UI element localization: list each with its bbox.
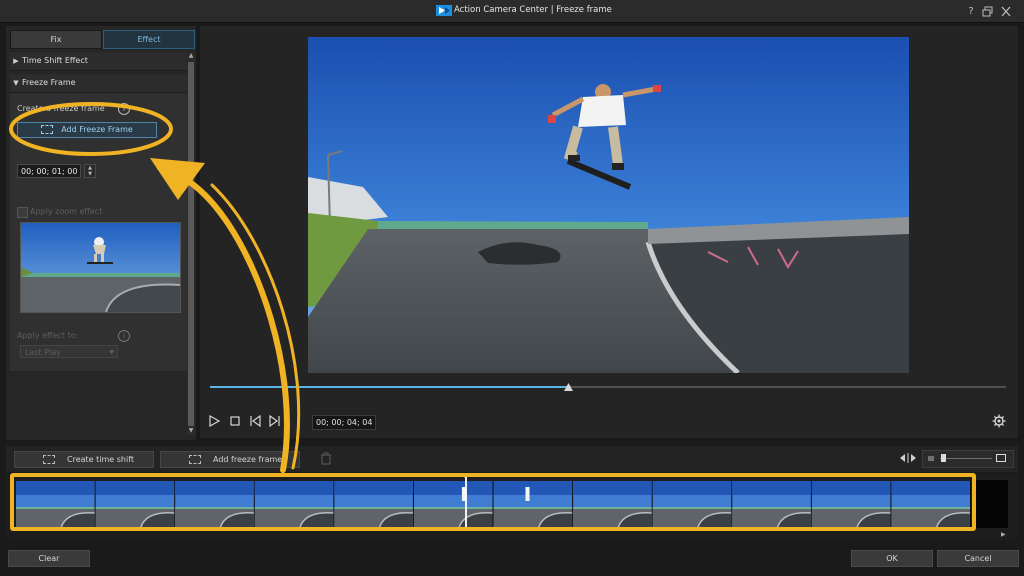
skatepark-frame — [308, 37, 909, 373]
timeline-empty-area — [976, 480, 1008, 528]
apply-info-icon[interactable]: i — [118, 330, 130, 342]
app-logo-icon — [436, 5, 452, 16]
stop-icon[interactable] — [228, 414, 242, 428]
timecode-display: 00; 00; 04; 04 — [312, 415, 377, 430]
duration-stepper[interactable]: ▲ ▼ — [84, 164, 96, 178]
clear-button[interactable]: Clear — [8, 550, 90, 567]
timeline-scroll-right-icon[interactable]: ▶ — [1001, 531, 1006, 538]
video-preview[interactable] — [308, 37, 909, 373]
help-button[interactable]: ? — [964, 5, 978, 18]
freeze-duration-field[interactable]: 00; 00; 01; 00 — [17, 164, 81, 178]
add-freeze-frame-timeline-label: Add freeze frame — [213, 455, 283, 464]
zoom-in-icon[interactable] — [996, 454, 1006, 462]
dropdown-arrow-icon: ▼ — [109, 349, 114, 356]
play-icon[interactable] — [207, 414, 221, 428]
window-title: Action Camera Center | Freeze frame — [454, 5, 612, 15]
time-shift-icon — [43, 455, 55, 464]
previous-frame-icon[interactable] — [248, 414, 262, 428]
timeline-toolbar — [6, 446, 1018, 472]
section-freeze-frame-label: Freeze Frame — [22, 78, 76, 87]
seek-progress — [210, 386, 568, 388]
zoom-track — [940, 458, 992, 459]
apply-effect-label: Apply effect to: — [17, 331, 79, 340]
scroll-down-icon[interactable]: ▼ — [187, 427, 195, 435]
zoom-out-icon[interactable] — [928, 456, 934, 461]
filmstrip-highlight — [10, 473, 976, 531]
section-time-shift[interactable]: ▶ Time Shift Effect — [10, 52, 188, 71]
freeze-frame-thumbnail — [20, 222, 181, 313]
close-icon[interactable] — [999, 5, 1013, 18]
freeze-frame-icon — [41, 125, 54, 134]
tab-effect[interactable]: Effect — [103, 30, 195, 49]
apply-effect-select[interactable]: Last Play ▼ — [20, 345, 118, 358]
add-freeze-frame-button[interactable]: Add Freeze Frame — [17, 122, 157, 138]
create-time-shift-label: Create time shift — [67, 455, 135, 464]
section-time-shift-label: Time Shift Effect — [22, 56, 88, 65]
scroll-up-icon[interactable]: ▲ — [187, 52, 195, 60]
fit-timeline-icon[interactable] — [900, 453, 916, 463]
apply-effect-value: Last Play — [25, 348, 61, 357]
panel-scroll-thumb[interactable] — [188, 62, 194, 426]
thumbnail-image — [21, 223, 180, 312]
zoom-effect-label: Apply zoom effect — [30, 207, 103, 216]
expand-arrow-icon: ▶ — [13, 57, 19, 65]
zoom-handle[interactable] — [941, 454, 946, 462]
create-time-shift-button[interactable]: Create time shift — [14, 451, 154, 468]
seek-handle-icon[interactable] — [564, 383, 573, 391]
trash-icon[interactable] — [320, 452, 332, 465]
create-freeze-frame-label: Create a freeze frame — [17, 104, 105, 113]
add-freeze-frame-timeline-button[interactable]: Add freeze frame — [160, 451, 300, 468]
zoom-effect-checkbox[interactable] — [17, 207, 28, 218]
section-freeze-frame[interactable]: ▼ Freeze Frame — [10, 74, 188, 93]
add-freeze-frame-label: Add Freeze Frame — [61, 125, 133, 134]
next-frame-icon[interactable] — [268, 414, 282, 428]
collapse-arrow-icon: ▼ — [13, 79, 19, 87]
ok-button[interactable]: OK — [851, 550, 933, 567]
freeze-frame-timeline-icon — [189, 455, 201, 464]
restore-icon[interactable] — [981, 5, 995, 18]
gear-icon[interactable] — [992, 414, 1006, 428]
info-icon[interactable]: i — [118, 103, 130, 115]
tab-fix[interactable]: Fix — [10, 30, 102, 49]
cancel-button[interactable]: Cancel — [937, 550, 1019, 567]
